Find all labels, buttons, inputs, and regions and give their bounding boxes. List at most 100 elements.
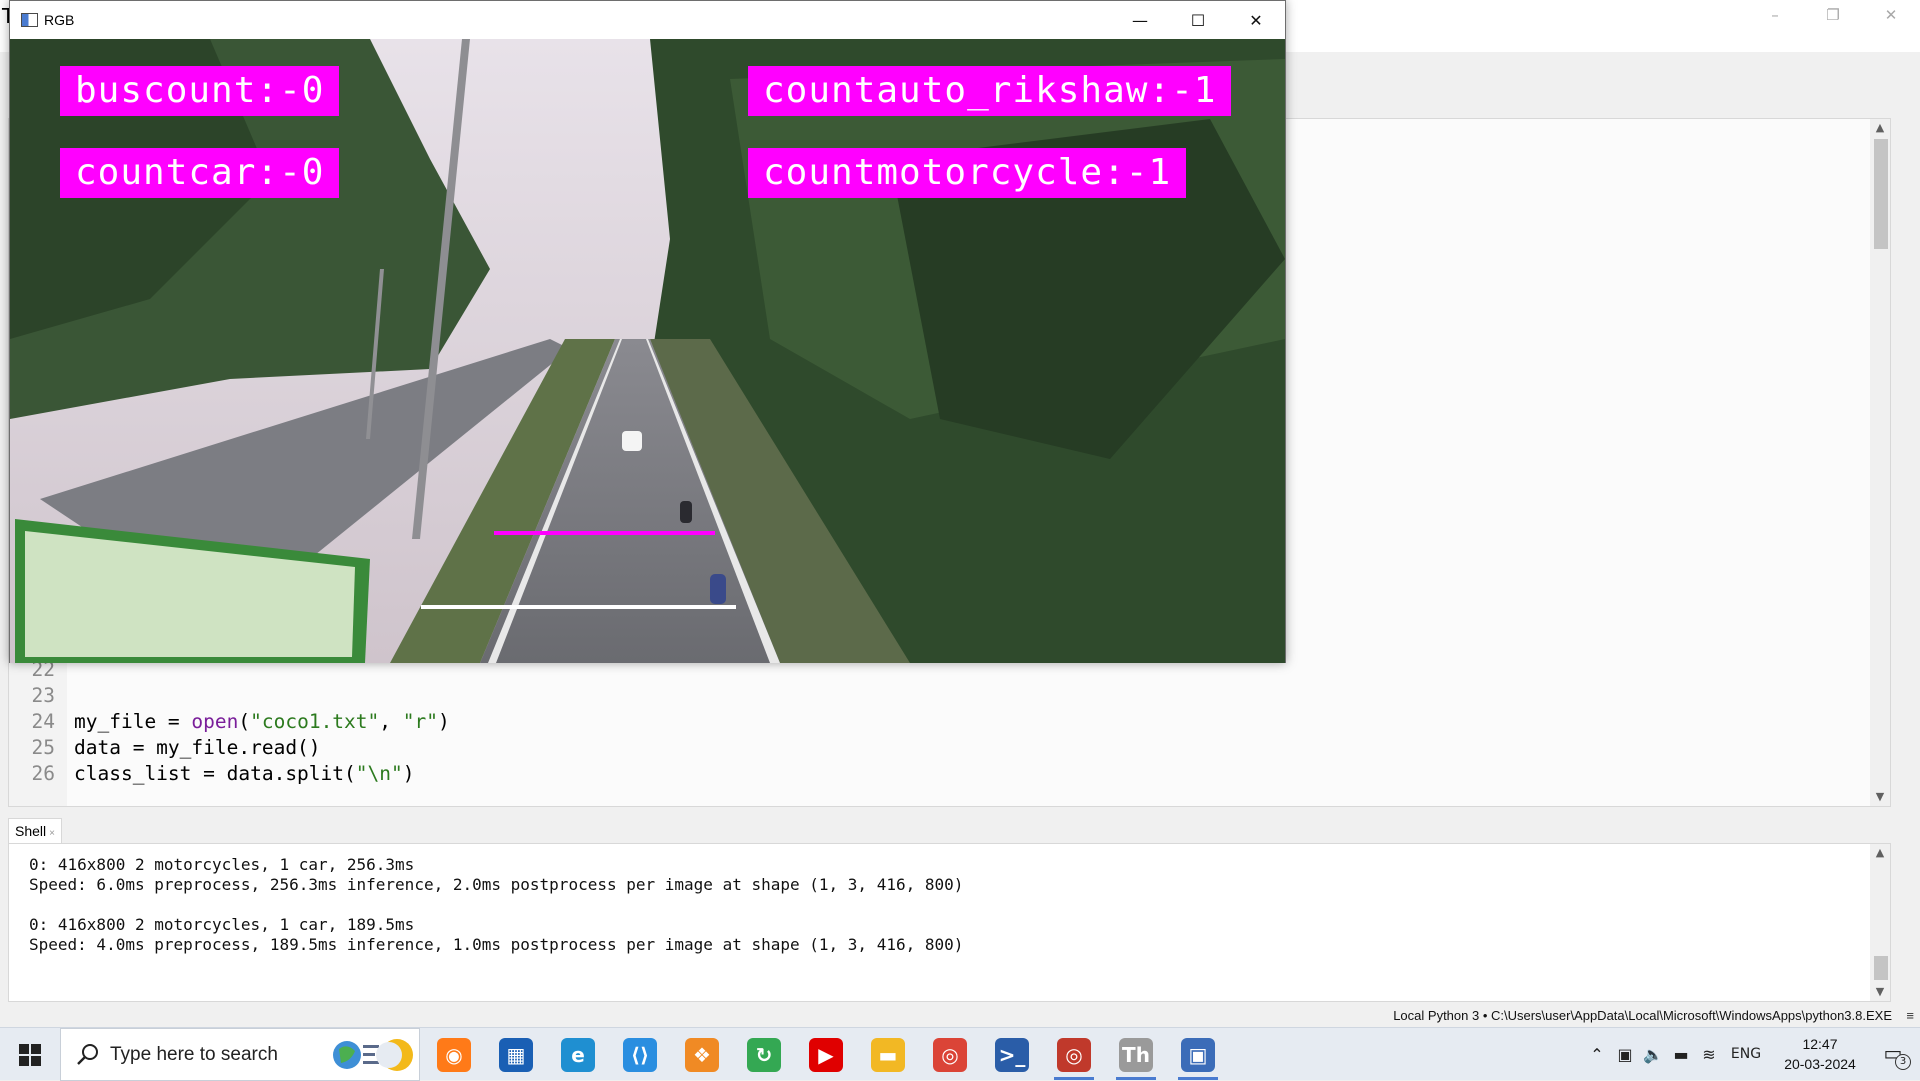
shell-output: 0: 416x800 2 motorcycles, 1 car, 256.3ms… [29, 855, 963, 955]
clock-date: 20-03-2024 [1784, 1056, 1856, 1072]
taskbar-app-chrome[interactable]: ◎ [921, 1028, 979, 1081]
video-frame: buscount:-0 countcar:-0 countauto_riksha… [10, 39, 1285, 663]
youtube-icon: ▶ [809, 1037, 843, 1072]
line-number: 23 [31, 684, 55, 707]
thonny-minimize-button[interactable]: – [1746, 0, 1804, 30]
auto-rikshaw-count-label: countauto_rikshaw:-1 [748, 66, 1232, 116]
taskbar-app-powershell[interactable]: >_ [983, 1028, 1041, 1081]
meet-now-icon[interactable]: ▣ [1612, 1028, 1638, 1081]
scroll-down-icon[interactable]: ▼ [1870, 788, 1890, 806]
code-text: my_file = open("coco1.txt", "r") [74, 709, 450, 735]
motorcycle-count-label: countmotorcycle:-1 [748, 148, 1187, 198]
taskbar-app-file-explorer[interactable]: ▬ [859, 1028, 917, 1081]
code-text: class_list = data.split("\n") [74, 761, 414, 787]
vscode-icon: ⟨⟩ [623, 1037, 657, 1072]
start-button[interactable] [0, 1028, 60, 1081]
code-token: "\n" [355, 762, 403, 785]
taskbar-app-youtube[interactable]: ▶ [797, 1028, 855, 1081]
window-app-icon [21, 13, 38, 27]
scrollbar-thumb[interactable] [1874, 139, 1888, 249]
code-line[interactable]: 26 class_list = data.split("\n") [9, 761, 1890, 787]
rgb-maximize-button[interactable]: ☐ [1169, 1, 1227, 39]
code-token: class_list = data.split( [74, 762, 356, 785]
thonny-close-button[interactable]: ✕ [1862, 0, 1920, 30]
taskbar-app-vscode[interactable]: ⟨⟩ [611, 1028, 669, 1081]
volume-icon[interactable]: 🔈 [1640, 1028, 1666, 1081]
rgb-window-controls: — ☐ ✕ [1111, 1, 1285, 39]
shell-panel[interactable]: 0: 416x800 2 motorcycles, 1 car, 256.3ms… [8, 843, 1891, 1002]
tab-shell[interactable]: Shell × [8, 818, 62, 844]
taskbar-app-python-window[interactable]: ▣ [1169, 1028, 1227, 1081]
thonny-icon: Th [1119, 1037, 1153, 1072]
thonny-window-controls: – ❐ ✕ [1746, 0, 1920, 30]
taskbar: Type here to search ◉ ▦ e ⟨⟩ ❖ ↻ ▶ ▬ ◎ >_ ◎ Th ▣ ⌃ ▣… [0, 1027, 1920, 1081]
edge-icon: e [561, 1037, 595, 1072]
taskbar-search-box[interactable]: Type here to search [60, 1028, 420, 1081]
language-indicator[interactable]: ENG [1726, 1028, 1766, 1081]
car-count-label: countcar:-0 [60, 148, 340, 198]
code-token: "r" [402, 710, 438, 733]
code-lines: 22 23 24 my_file = open("coco1.txt", "r") 25… [9, 657, 1890, 787]
shell-scrollbar[interactable]: ▲ ▼ [1870, 844, 1890, 1001]
store-icon: ▦ [499, 1037, 533, 1072]
code-token: open [191, 710, 239, 733]
tool-icon: ❖ [685, 1037, 719, 1072]
battery-icon[interactable]: ▬ [1668, 1028, 1694, 1081]
file-explorer-icon: ▬ [871, 1037, 905, 1072]
shell-output-line [29, 895, 963, 915]
refresh-app-icon: ↻ [747, 1037, 781, 1072]
clock[interactable]: 12:47 20-03-2024 [1780, 1034, 1860, 1074]
taskbar-app-refresh-app[interactable]: ↻ [735, 1028, 793, 1081]
editor-scrollbar[interactable]: ▲ ▼ [1870, 119, 1890, 806]
show-hidden-icons-icon[interactable]: ⌃ [1586, 1028, 1608, 1081]
line-number: 24 [31, 710, 55, 733]
system-tray: ⌃ ▣ 🔈 ▬ ≋ ENG 12:47 20-03-2024 ▭ 3 [1580, 1028, 1920, 1081]
search-placeholder: Type here to search [110, 1044, 278, 1065]
taskbar-app-thonny[interactable]: Th [1107, 1028, 1165, 1081]
shell-output-line: Speed: 6.0ms preprocess, 256.3ms inferen… [29, 875, 964, 894]
interpreter-status[interactable]: Local Python 3 • C:\Users\user\AppData\L… [1393, 1005, 1892, 1027]
rgb-window-title: RGB [44, 12, 75, 28]
shell-output-line: Speed: 4.0ms preprocess, 189.5ms inferen… [29, 935, 964, 954]
taskbar-app-store[interactable]: ▦ [487, 1028, 545, 1081]
shell-output-line: 0: 416x800 2 motorcycles, 1 car, 189.5ms [29, 915, 415, 934]
powershell-icon: >_ [995, 1037, 1029, 1072]
chrome-profile-icon: ◎ [1057, 1037, 1091, 1072]
taskbar-app-tool[interactable]: ❖ [673, 1028, 731, 1081]
code-token: ) [402, 762, 415, 785]
firefox-icon: ◉ [437, 1037, 471, 1072]
code-token: ) [437, 710, 450, 733]
code-token: ( [238, 710, 251, 733]
taskbar-app-firefox[interactable]: ◉ [425, 1028, 483, 1081]
rgb-titlebar[interactable]: RGB — ☐ ✕ [10, 1, 1285, 39]
code-line[interactable]: 23 [9, 683, 1890, 709]
scroll-up-icon[interactable]: ▲ [1870, 844, 1890, 862]
thonny-restore-button[interactable]: ❐ [1804, 0, 1862, 30]
code-line[interactable]: 24 my_file = open("coco1.txt", "r") [9, 709, 1890, 735]
python-window-icon: ▣ [1181, 1037, 1215, 1072]
chrome-icon: ◎ [933, 1037, 967, 1072]
code-text: data = my_file.read() [74, 735, 321, 761]
status-menu-icon[interactable]: ≡ [1906, 1005, 1914, 1027]
rgb-window[interactable]: RGB — ☐ ✕ buscount:-0 countcar:-0 counta… [9, 0, 1286, 663]
search-icon [77, 1044, 98, 1065]
code-token: my_file = [74, 710, 192, 733]
wifi-icon[interactable]: ≋ [1696, 1028, 1722, 1081]
bus-count-label: buscount:-0 [60, 66, 340, 116]
code-line[interactable]: 25 data = my_file.read() [9, 735, 1890, 761]
scroll-down-icon[interactable]: ▼ [1870, 983, 1890, 1001]
scrollbar-thumb[interactable] [1874, 956, 1888, 980]
taskbar-app-edge[interactable]: e [549, 1028, 607, 1081]
windows-logo-icon [19, 1043, 41, 1066]
rgb-close-button[interactable]: ✕ [1227, 1, 1285, 39]
shell-output-line: 0: 416x800 2 motorcycles, 1 car, 256.3ms [29, 855, 415, 874]
search-highlight-icon[interactable] [325, 1035, 413, 1075]
code-token: data = my_file.read() [74, 736, 321, 759]
notification-center-icon[interactable]: ▭ 3 [1880, 1040, 1911, 1070]
taskbar-app-chrome-profile[interactable]: ◎ [1045, 1028, 1103, 1081]
shell-tab-close-icon[interactable]: × [49, 828, 55, 839]
code-token: , [379, 710, 403, 733]
scroll-up-icon[interactable]: ▲ [1870, 119, 1890, 137]
code-token: "coco1.txt" [250, 710, 380, 733]
rgb-minimize-button[interactable]: — [1111, 1, 1169, 39]
